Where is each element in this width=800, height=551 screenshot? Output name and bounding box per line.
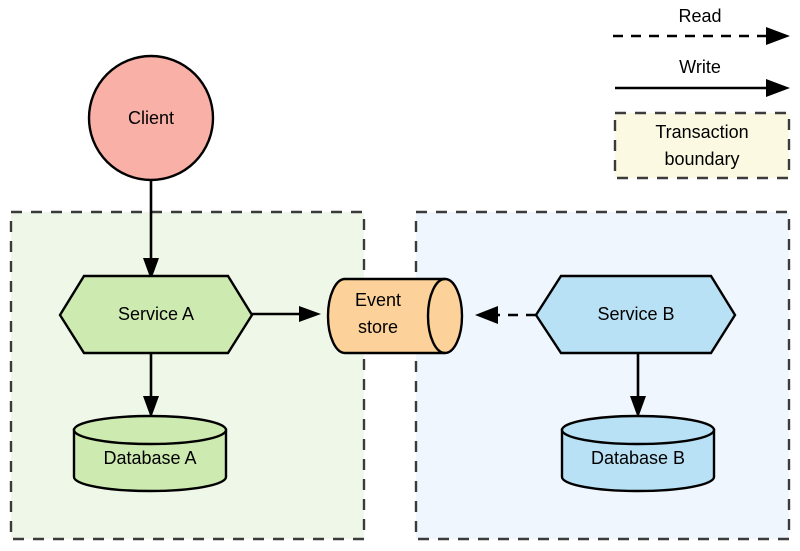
diagram-canvas: Client Service A Database A Event store … <box>0 0 800 551</box>
node-service-b-label: Service B <box>597 304 674 324</box>
legend-write: Write <box>615 57 790 97</box>
architecture-diagram: Client Service A Database A Event store … <box>9 6 791 541</box>
legend-transaction-boundary-label-line2: boundary <box>664 149 739 169</box>
node-client-label: Client <box>128 108 174 128</box>
node-event-store-label-line2: store <box>358 317 398 337</box>
node-database-b[interactable]: Database B <box>560 414 716 493</box>
node-database-b-label: Database B <box>591 448 685 468</box>
node-database-a-label: Database A <box>103 448 196 468</box>
node-event-store-label-line1: Event <box>355 290 401 310</box>
node-service-a[interactable]: Service A <box>58 274 254 355</box>
node-event-store[interactable]: Event store <box>326 277 464 355</box>
node-database-a[interactable]: Database A <box>72 414 228 493</box>
legend-transaction-boundary: Transaction boundary <box>613 111 791 180</box>
legend-transaction-boundary-label-line1: Transaction <box>655 122 748 142</box>
node-service-b[interactable]: Service B <box>534 274 737 355</box>
legend-read-label: Read <box>678 6 721 26</box>
node-client[interactable]: Client <box>87 54 215 182</box>
node-service-a-label: Service A <box>118 304 194 324</box>
legend-write-label: Write <box>679 57 721 77</box>
legend-read: Read <box>613 6 790 45</box>
